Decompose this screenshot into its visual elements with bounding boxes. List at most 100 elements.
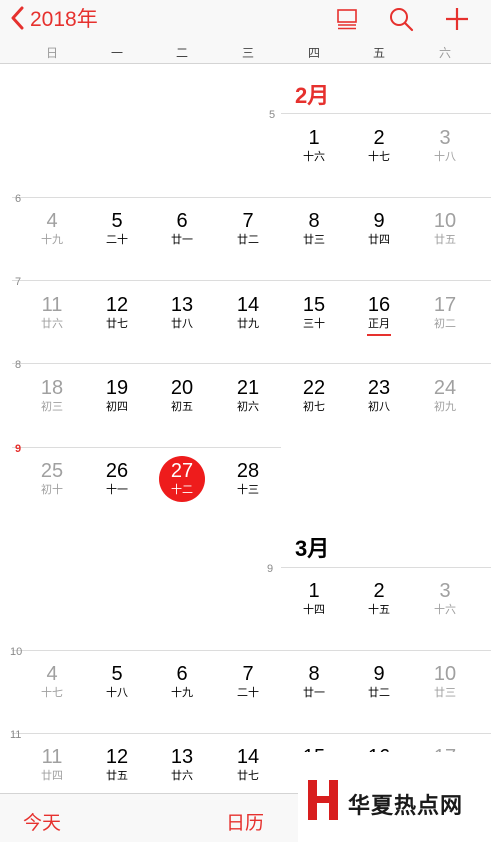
day-cell[interactable]: 20 初五 <box>152 377 212 414</box>
day-cell[interactable]: 9 廿四 <box>349 210 409 247</box>
day-cell[interactable]: 7 廿二 <box>218 210 278 247</box>
lunar-date: 十九 <box>171 687 193 699</box>
day-number: 15 <box>302 294 326 316</box>
lunar-date: 十七 <box>368 151 390 163</box>
day-number: 27 <box>170 460 194 482</box>
day-number: 12 <box>105 294 129 316</box>
day-cell[interactable]: 5 十八 <box>87 663 147 700</box>
day-cell[interactable]: 8 廿三 <box>284 210 344 247</box>
lunar-date: 二十 <box>237 687 259 699</box>
lunar-date: 三十 <box>303 318 325 330</box>
weekday-label: 二 <box>175 46 188 60</box>
day-cell[interactable]: 19 初四 <box>87 377 147 414</box>
weekday-header: 日一二三四五六 <box>0 38 491 64</box>
search-icon[interactable] <box>388 6 414 32</box>
day-cell[interactable]: 17 初二 <box>415 294 475 331</box>
day-cell[interactable]: 13 廿六 <box>152 746 212 783</box>
day-cell[interactable]: 28 十三 <box>218 460 278 497</box>
week-separator <box>12 280 491 281</box>
lunar-date: 十六 <box>434 604 456 616</box>
day-cell[interactable]: 14 廿九 <box>218 294 278 331</box>
lunar-date: 初十 <box>41 484 63 496</box>
day-cell[interactable]: 18 初三 <box>22 377 82 414</box>
back-label: 2018年 <box>30 8 98 31</box>
day-cell[interactable]: 1 十六 <box>284 127 344 164</box>
lunar-date: 十四 <box>303 604 325 616</box>
day-cell[interactable]: 6 廿一 <box>152 210 212 247</box>
lunar-date: 初二 <box>434 318 456 330</box>
lunar-date: 初七 <box>303 401 325 413</box>
week-number: 5 <box>269 109 276 121</box>
week-number: 7 <box>15 276 22 288</box>
day-number: 11 <box>41 294 63 316</box>
weekday-label: 一 <box>110 46 123 60</box>
day-cell[interactable]: 8 廿一 <box>284 663 344 700</box>
day-number: 22 <box>302 377 326 399</box>
day-cell-today[interactable]: 27 十二 <box>152 456 212 502</box>
weekday-label: 三 <box>241 46 254 60</box>
lunar-date: 二十 <box>106 234 128 246</box>
day-cell[interactable]: 3 十八 <box>415 127 475 164</box>
day-cell[interactable]: 2 十五 <box>349 580 409 617</box>
lunar-date: 廿七 <box>237 770 259 782</box>
day-cell[interactable]: 23 初八 <box>349 377 409 414</box>
lunar-date: 十六 <box>303 151 325 163</box>
day-cell[interactable]: 15 三十 <box>284 294 344 331</box>
day-cell[interactable]: 22 初七 <box>284 377 344 414</box>
add-icon[interactable] <box>444 6 470 32</box>
day-cell[interactable]: 13 廿八 <box>152 294 212 331</box>
day-number: 6 <box>176 663 188 685</box>
month-title[interactable]: 3月 <box>295 531 329 563</box>
weekday-label: 五 <box>372 46 385 60</box>
day-cell[interactable]: 10 廿三 <box>415 663 475 700</box>
day-number: 7 <box>242 663 254 685</box>
day-number: 13 <box>170 746 194 768</box>
day-cell[interactable]: 4 十七 <box>22 663 82 700</box>
day-cell[interactable]: 1 十四 <box>284 580 344 617</box>
day-number: 14 <box>236 294 260 316</box>
day-number: 20 <box>170 377 194 399</box>
calendars-button[interactable]: 日历 <box>226 808 264 835</box>
day-number: 5 <box>111 210 123 232</box>
day-number: 3 <box>439 127 451 149</box>
day-number: 7 <box>242 210 254 232</box>
week-number: 8 <box>15 359 22 371</box>
day-cell[interactable]: 3 十六 <box>415 580 475 617</box>
day-cell[interactable]: 21 初六 <box>218 377 278 414</box>
back-to-year-button[interactable]: 2018年 <box>10 4 98 32</box>
nav-bar: 2018年 <box>0 0 491 38</box>
day-cell[interactable]: 6 十九 <box>152 663 212 700</box>
day-number: 19 <box>105 377 129 399</box>
day-number: 18 <box>40 377 64 399</box>
day-cell[interactable]: 12 廿五 <box>87 746 147 783</box>
lunar-date: 廿八 <box>171 318 193 330</box>
day-cell[interactable]: 11 廿四 <box>22 746 82 783</box>
day-cell[interactable]: 14 廿七 <box>218 746 278 783</box>
day-cell[interactable]: 24 初九 <box>415 377 475 414</box>
day-number: 4 <box>46 663 58 685</box>
lunar-date: 十八 <box>106 687 128 699</box>
day-cell[interactable]: 11 廿六 <box>22 294 82 331</box>
list-view-icon[interactable] <box>334 6 360 32</box>
lunar-date: 初六 <box>237 401 259 413</box>
day-cell[interactable]: 2 十七 <box>349 127 409 164</box>
day-number: 25 <box>40 460 64 482</box>
day-number: 12 <box>105 746 129 768</box>
lunar-date: 初五 <box>171 401 193 413</box>
day-cell[interactable]: 26 十一 <box>87 460 147 497</box>
week-number: 6 <box>15 193 22 205</box>
day-cell[interactable]: 5 二十 <box>87 210 147 247</box>
day-cell[interactable]: 10 廿五 <box>415 210 475 247</box>
weekday-label: 日 <box>45 46 58 60</box>
day-number: 8 <box>308 663 320 685</box>
day-cell[interactable]: 25 初十 <box>22 460 82 497</box>
day-cell[interactable]: 12 廿七 <box>87 294 147 331</box>
month-title[interactable]: 2月 <box>295 78 329 110</box>
day-cell[interactable]: 16 正月 <box>349 294 409 336</box>
today-button[interactable]: 今天 <box>23 808 61 835</box>
day-cell[interactable]: 9 廿二 <box>349 663 409 700</box>
week-separator <box>12 733 491 734</box>
month-scroller[interactable]: 2月 5 1 十六 2 十七 3 十八 6 4 十九 5 二十 6 廿一 7 廿二 8 廿三 9 廿四 10 廿五 7 11 廿六… <box>0 65 491 793</box>
day-cell[interactable]: 4 十九 <box>22 210 82 247</box>
day-cell[interactable]: 7 二十 <box>218 663 278 700</box>
